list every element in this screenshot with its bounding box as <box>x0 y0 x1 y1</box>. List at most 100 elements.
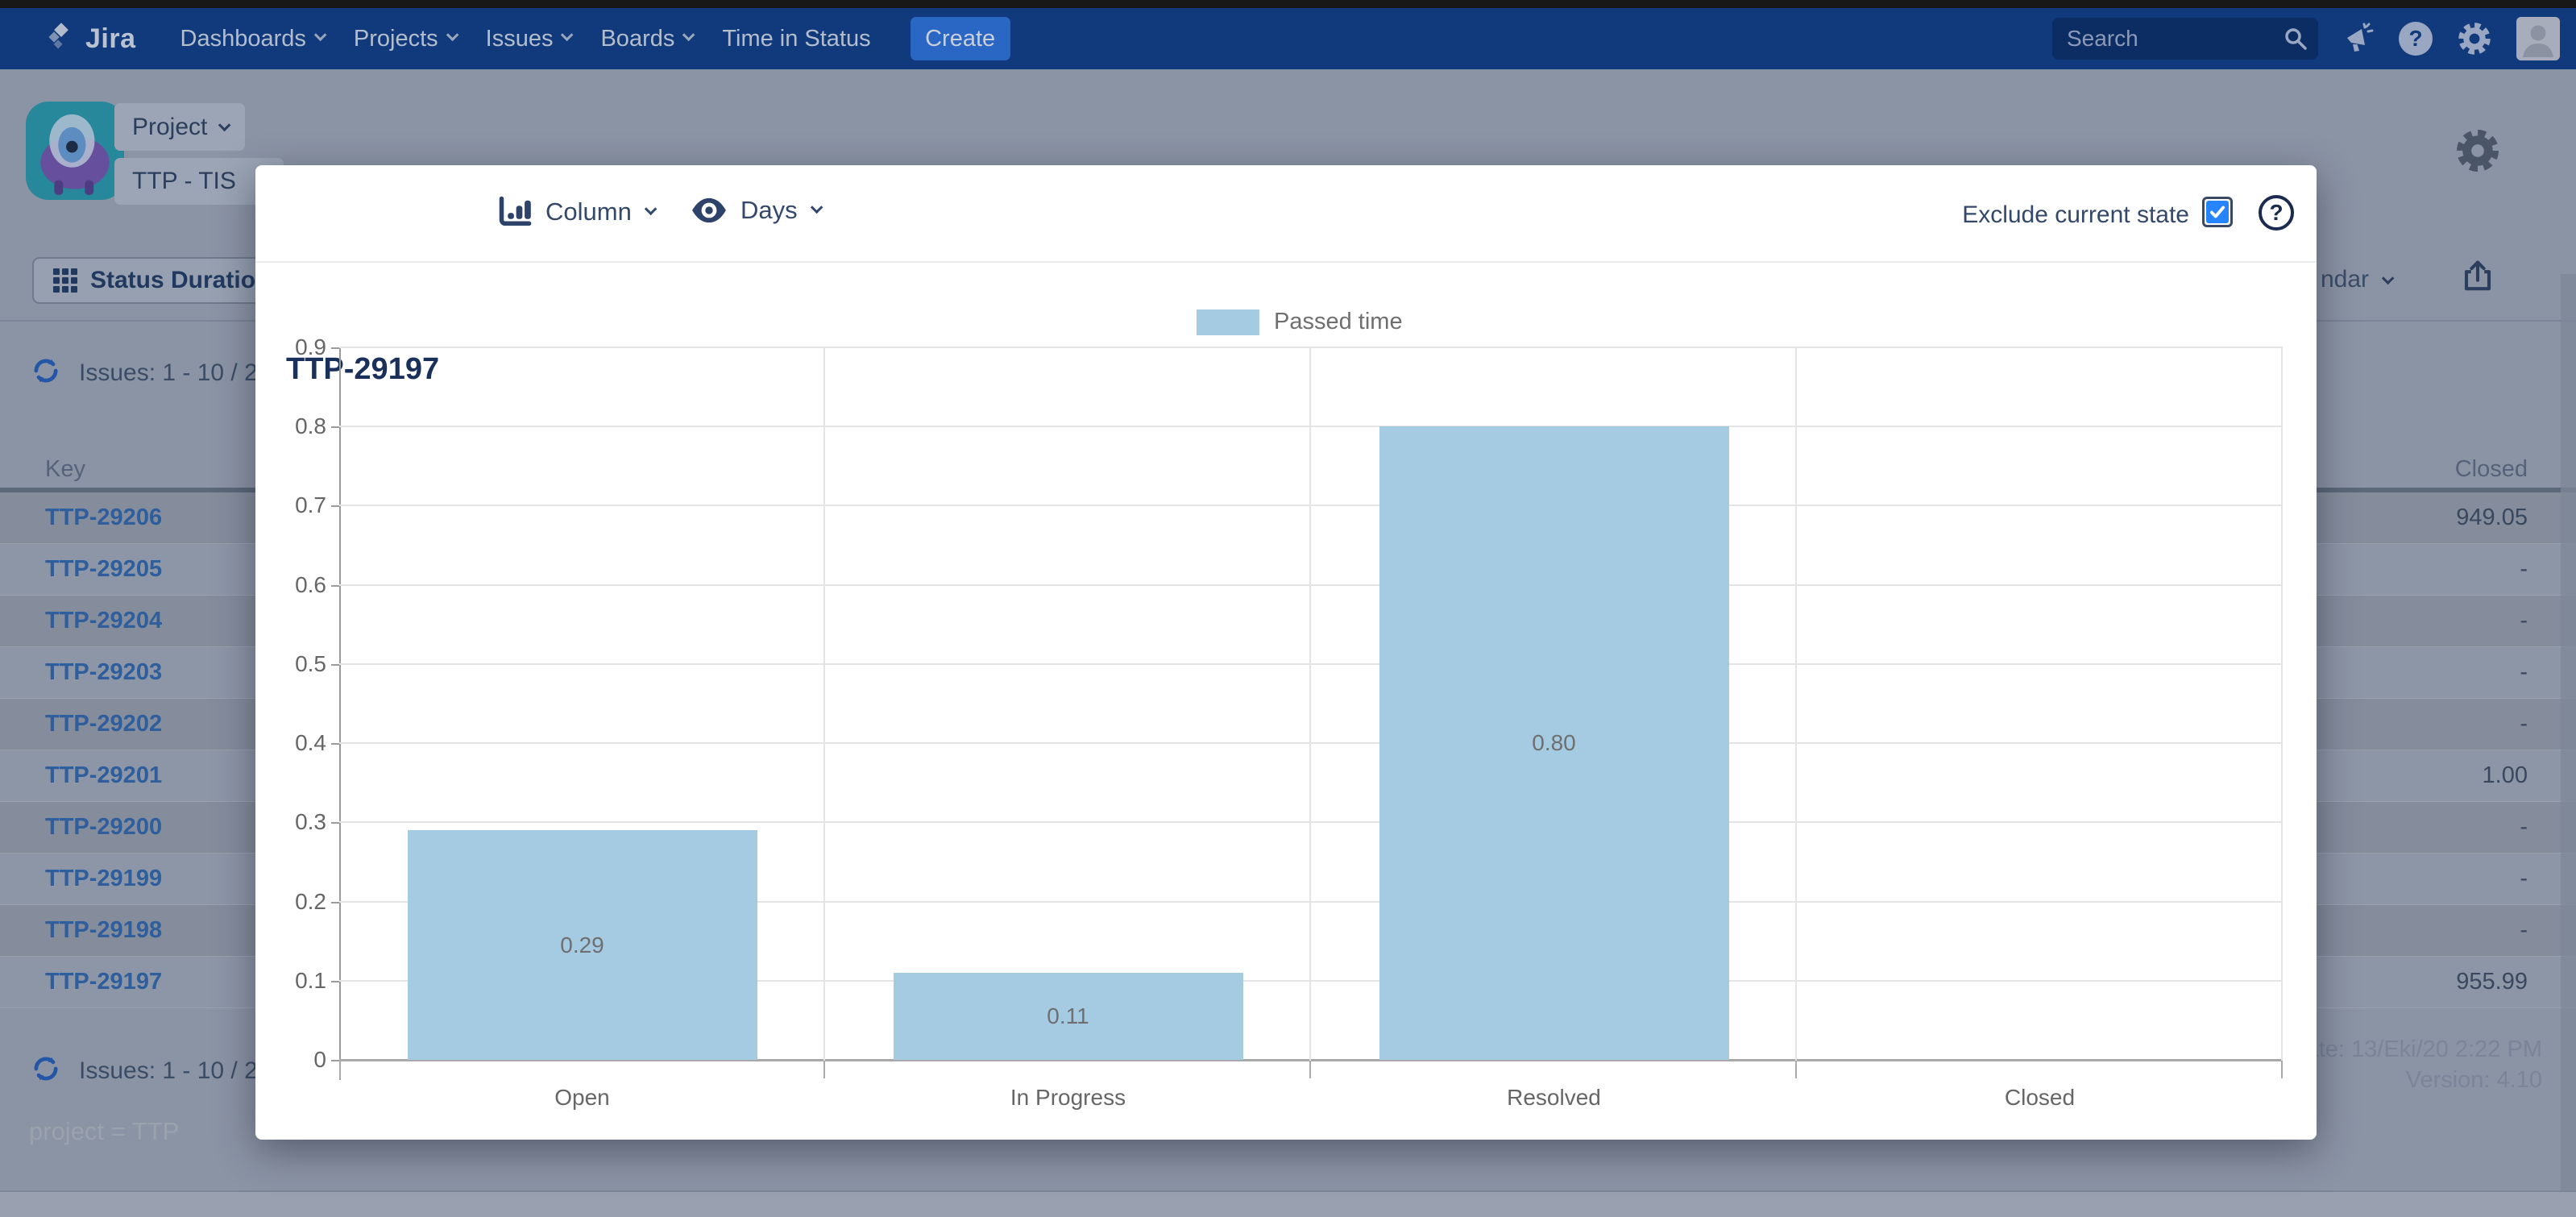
nav-menu-boards[interactable]: Boards <box>600 26 691 52</box>
nav-menus: Dashboards Projects Issues Boards Time in St… <box>165 26 886 52</box>
gridline <box>339 505 2283 506</box>
y-axis-tick <box>331 505 339 507</box>
table-header-closed[interactable]: Closed <box>2286 456 2528 483</box>
table-header-key[interactable]: Key <box>45 456 85 483</box>
closed-duration-value: - <box>2286 659 2528 686</box>
issue-key-link[interactable]: TTP-29204 <box>45 608 162 634</box>
x-axis-category-label: In Progress <box>825 1085 1311 1111</box>
gridline <box>339 663 2283 665</box>
project-dropdown-button[interactable]: Project <box>114 103 245 151</box>
page-settings-gear-icon[interactable] <box>2454 127 2501 178</box>
issue-key-link[interactable]: TTP-29203 <box>45 659 162 686</box>
modal-header-divider <box>255 261 2317 263</box>
closed-duration-value: - <box>2286 711 2528 737</box>
y-axis-tick-label: 0.3 <box>276 809 326 835</box>
y-axis-line <box>339 347 341 1080</box>
chevron-down-icon <box>810 201 823 214</box>
chevron-down-icon <box>645 202 657 215</box>
gear-icon[interactable] <box>2457 21 2492 56</box>
search-box <box>2052 18 2318 60</box>
nav-menu-label: Boards <box>600 26 674 52</box>
project-dropdown-label: Project <box>132 114 207 141</box>
time-unit-selector[interactable]: Days <box>691 196 819 225</box>
feedback-megaphone-icon[interactable] <box>2342 23 2375 55</box>
y-axis-tick <box>331 1060 339 1061</box>
chevron-down-icon <box>561 28 574 41</box>
y-axis-tick-label: 0.5 <box>276 651 326 677</box>
y-axis-tick <box>331 902 339 903</box>
export-icon[interactable] <box>2461 260 2495 297</box>
chart-type-selector[interactable]: Column <box>497 196 653 228</box>
category-separator <box>1309 347 1311 1061</box>
y-axis-tick <box>331 585 339 587</box>
time-in-status-chart-modal: TTP-29197 Column Days Exclude current st… <box>255 165 2317 1140</box>
footer-bar <box>0 1190 2576 1217</box>
chevron-down-icon <box>682 28 695 41</box>
search-input[interactable] <box>2052 18 2318 60</box>
nav-menu-label: Time in Status <box>722 26 870 52</box>
x-axis-tick <box>2281 1061 2283 1078</box>
closed-duration-value: 1.00 <box>2286 762 2528 789</box>
closed-duration-value: - <box>2286 556 2528 583</box>
checkbox-check-icon <box>2206 201 2229 223</box>
issue-key-link[interactable]: TTP-29202 <box>45 711 162 737</box>
help-icon[interactable]: ? <box>2399 22 2433 56</box>
closed-duration-value: - <box>2286 608 2528 634</box>
issue-key-link[interactable]: TTP-29201 <box>45 762 162 789</box>
user-avatar[interactable] <box>2516 17 2560 60</box>
y-axis-tick <box>331 347 339 349</box>
page-scrollbar[interactable] <box>2561 274 2576 1190</box>
search-icon[interactable] <box>2283 26 2308 56</box>
exclude-current-state-checkbox[interactable] <box>2202 197 2233 227</box>
x-axis-category-label: Closed <box>1797 1085 2283 1111</box>
x-axis-tick <box>1795 1061 1797 1078</box>
refresh-icon[interactable] <box>31 355 61 390</box>
bar-chart-plot-area: 00.10.20.30.40.50.60.70.80.90.29Open0.11… <box>339 347 2283 1061</box>
project-avatar <box>26 102 124 200</box>
y-axis-tick-label: 0.1 <box>276 968 326 994</box>
nav-menu-dashboards[interactable]: Dashboards <box>180 26 323 52</box>
y-axis-tick-label: 0.8 <box>276 413 326 439</box>
gridline <box>339 584 2283 586</box>
gridline <box>339 742 2283 744</box>
issues-count-text: Issues: 1 - 10 / 292 <box>79 1057 284 1085</box>
issue-key-link[interactable]: TTP-29197 <box>45 969 162 995</box>
y-axis-tick <box>331 981 339 982</box>
project-key-label: TTP - TIS <box>132 168 236 195</box>
y-axis-tick-label: 0.4 <box>276 730 326 756</box>
issue-key-link[interactable]: TTP-29198 <box>45 917 162 944</box>
issue-key-link[interactable]: TTP-29205 <box>45 556 162 583</box>
refresh-icon[interactable] <box>31 1053 61 1088</box>
jql-filter-text: project = TTP <box>29 1117 179 1146</box>
y-axis-tick <box>331 426 339 428</box>
issues-count-bottom: Issues: 1 - 10 / 292 <box>31 1053 284 1088</box>
issue-key-link[interactable]: TTP-29206 <box>45 505 162 531</box>
chart-legend: Passed time <box>1197 309 1403 335</box>
y-axis-tick-label: 0.9 <box>276 334 326 360</box>
nav-menu-projects[interactable]: Projects <box>354 26 455 52</box>
screen: Jira Dashboards Projects Issues Boards Time … <box>0 0 2576 1217</box>
column-chart-icon <box>497 196 533 228</box>
y-axis-tick-label: 0.6 <box>276 572 326 598</box>
exclude-current-state-label: Exclude current state <box>1706 201 2189 229</box>
nav-menu-issues[interactable]: Issues <box>486 26 570 52</box>
issue-key-link[interactable]: TTP-29199 <box>45 866 162 892</box>
y-axis-tick-label: 0.7 <box>276 492 326 518</box>
report-grid-icon <box>53 268 77 293</box>
issue-key-link[interactable]: TTP-29200 <box>45 814 162 841</box>
y-axis-tick <box>331 743 339 745</box>
chevron-down-icon <box>218 119 231 132</box>
modal-help-icon[interactable]: ? <box>2259 195 2294 231</box>
closed-duration-value: - <box>2286 814 2528 841</box>
jira-logo[interactable]: Jira <box>45 21 136 57</box>
calendar-dropdown-partial[interactable]: ndar <box>2321 266 2391 293</box>
nav-menu-time-in-status[interactable]: Time in Status <box>722 26 870 52</box>
eye-icon <box>691 196 728 225</box>
legend-swatch <box>1197 309 1259 335</box>
gridline <box>339 347 2283 348</box>
top-navigation-bar: Jira Dashboards Projects Issues Boards Time … <box>0 8 2576 69</box>
create-button[interactable]: Create <box>911 17 1010 60</box>
chevron-down-icon <box>314 28 327 41</box>
nav-menu-label: Issues <box>486 26 554 52</box>
category-separator <box>823 347 825 1061</box>
